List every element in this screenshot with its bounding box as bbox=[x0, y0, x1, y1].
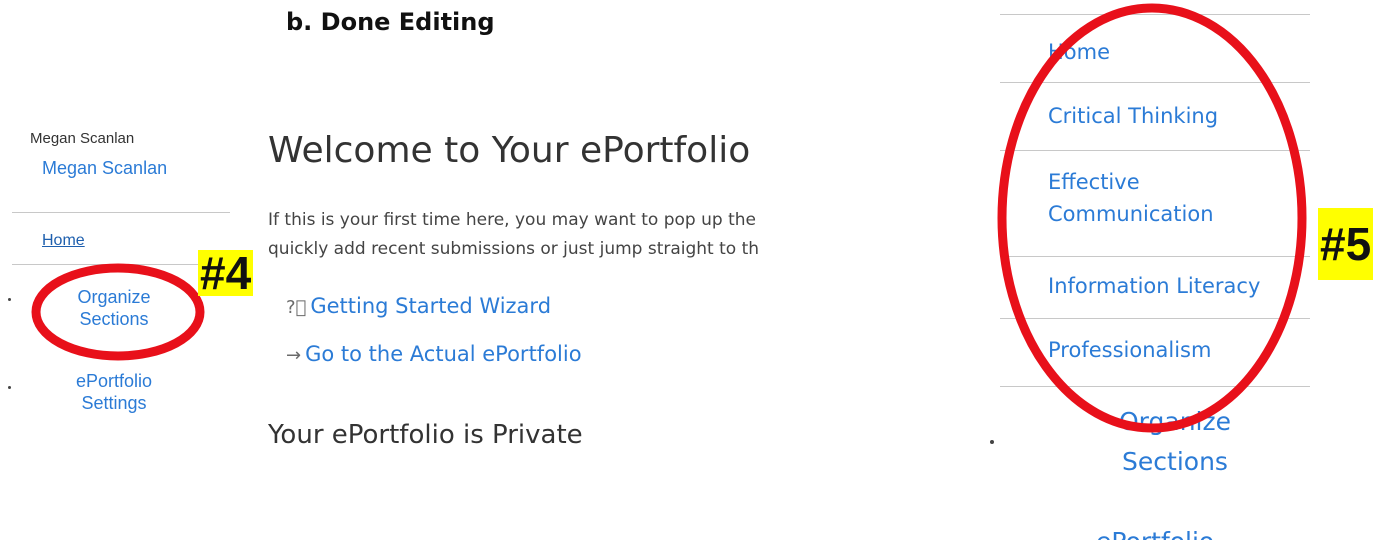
highlight-circle-5 bbox=[997, 3, 1307, 433]
annotation-tag-4: #4 bbox=[198, 247, 254, 299]
annotation-tag-5: #5 bbox=[1318, 208, 1374, 280]
highlight-circle-4 bbox=[31, 263, 205, 361]
